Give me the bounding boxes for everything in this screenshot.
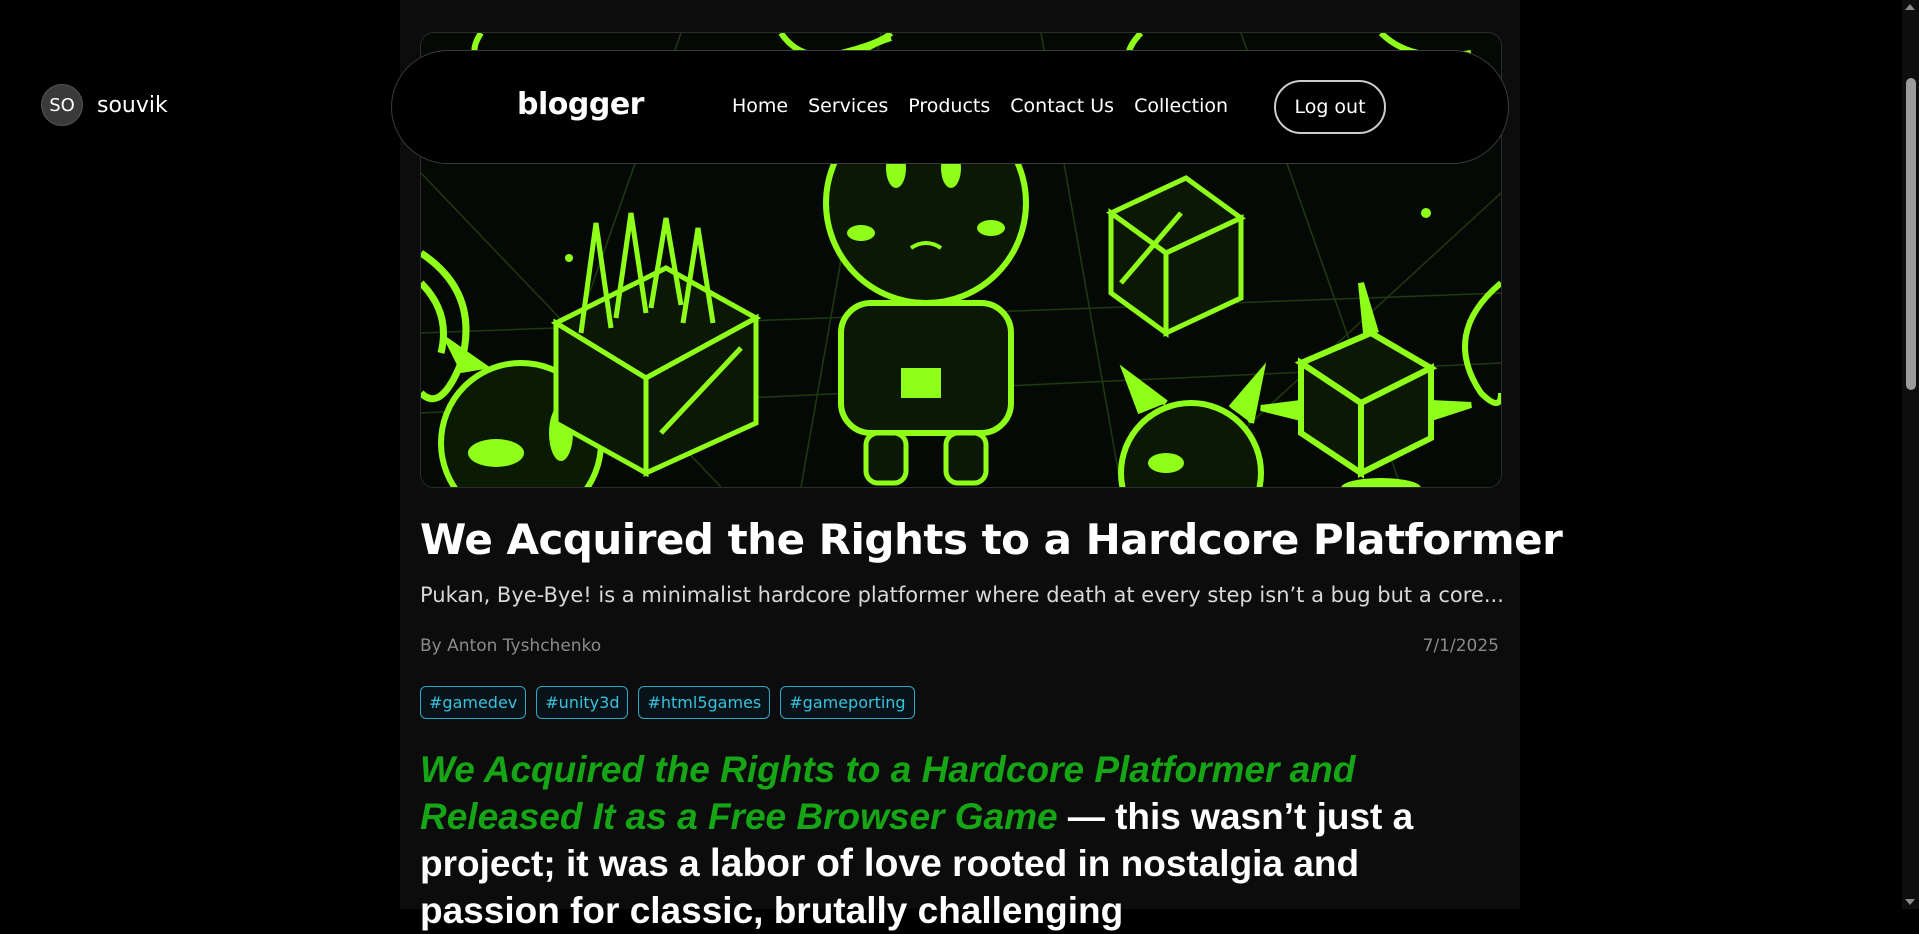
user-badge[interactable]: SO souvik (41, 84, 168, 126)
tag-gamedev[interactable]: #gamedev (420, 686, 527, 719)
navbar: blogger Home Services Products Contact U… (391, 50, 1509, 164)
nav-link-contact-us[interactable]: Contact Us (1010, 95, 1114, 117)
article-date: 7/1/2025 (1422, 636, 1499, 656)
scrollbar-thumb[interactable] (1906, 78, 1916, 390)
avatar[interactable]: SO (41, 84, 83, 126)
tag-unity3d[interactable]: #unity3d (536, 686, 629, 719)
nav-links: Home Services Products Contact Us Collec… (732, 95, 1228, 117)
article-title[interactable]: We Acquired the Rights to a Hardcore Pla… (420, 515, 1563, 564)
article-excerpt: Pukan, Bye-Bye! is a minimalist hardcore… (420, 583, 1504, 607)
article-body: We Acquired the Rights to a Hardcore Pla… (420, 746, 1500, 934)
cube-icon (1106, 175, 1246, 338)
article-body-emphasis: labor of love (709, 842, 942, 885)
nav-link-services[interactable]: Services (808, 95, 888, 117)
nav-link-home[interactable]: Home (732, 95, 788, 117)
tag-gameporting[interactable]: #gameporting (780, 686, 915, 719)
logout-button[interactable]: Log out (1274, 80, 1386, 134)
scroll-up-icon[interactable] (1905, 4, 1915, 10)
tag-list: #gamedev #unity3d #html5games #gameporti… (420, 686, 915, 719)
tag-html5games[interactable]: #html5games (638, 686, 771, 719)
username: souvik (97, 92, 168, 118)
scrollbar[interactable] (1902, 0, 1919, 909)
site-logo[interactable]: blogger (517, 87, 644, 122)
nav-link-products[interactable]: Products (908, 95, 990, 117)
nav-link-collection[interactable]: Collection (1134, 95, 1228, 117)
scroll-down-icon[interactable] (1905, 899, 1915, 905)
article-author: By Anton Tyshchenko (420, 636, 602, 656)
